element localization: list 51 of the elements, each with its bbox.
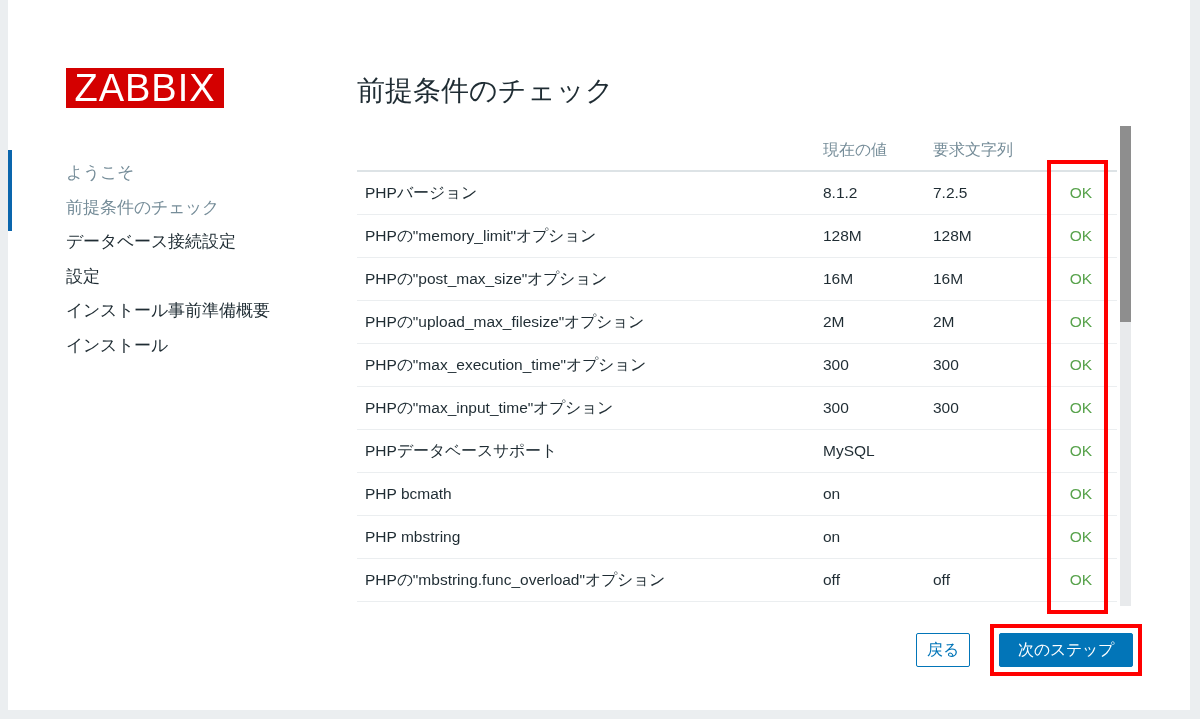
status-text: OK	[1069, 270, 1093, 287]
table-cell: 16M	[823, 270, 854, 287]
table-cell: PHPの"memory_limit"オプション	[365, 226, 597, 244]
table-cell: 300	[823, 399, 849, 416]
status-text: OK	[1069, 313, 1093, 330]
table-cell: PHPの"mbstring.func_overload"オプション	[365, 570, 665, 588]
table-cell: 7.2.5	[933, 184, 968, 201]
sidebar-step: 前提条件のチェック	[66, 196, 219, 219]
table-cell: PHPの"post_max_size"オプション	[365, 269, 608, 287]
table-cell: 16M	[933, 270, 964, 287]
table-cell: PHP bcmath	[365, 485, 452, 502]
table-cell: 300	[823, 356, 849, 373]
table-cell: on	[823, 528, 841, 545]
scrollbar[interactable]	[1120, 126, 1131, 606]
table-cell: PHPバージョン	[365, 183, 477, 201]
sidebar-step: インストール事前準備概要	[66, 300, 270, 322]
status-text: OK	[1069, 442, 1093, 459]
status-text: OK	[1069, 528, 1093, 545]
scrollbar-thumb[interactable]	[1120, 126, 1131, 322]
table-cell: 2M	[933, 313, 955, 330]
next-step-button[interactable]: 次のステップ	[999, 633, 1133, 667]
sidebar-step: 設定	[66, 265, 100, 288]
zabbix-logo: ZABBIX	[66, 68, 224, 108]
table-cell: on	[823, 485, 841, 502]
sidebar-step: データベース接続設定	[66, 231, 236, 253]
table-cell: PHPデータベースサポート	[365, 441, 557, 459]
table-cell: PHPの"max_execution_time"オプション	[365, 355, 647, 373]
table-cell: 300	[933, 356, 959, 373]
status-text: OK	[1069, 485, 1093, 502]
column-header: 要求文字列	[925, 130, 1045, 171]
status-text: OK	[1069, 184, 1093, 201]
back-button[interactable]: 戻る	[916, 633, 970, 667]
table-cell: 128M	[933, 227, 972, 244]
table-cell: 128M	[823, 227, 862, 244]
page-title: 前提条件のチェック	[357, 74, 615, 108]
table-cell: PHPの"upload_max_filesize"オプション	[365, 312, 645, 330]
table-cell: off	[933, 571, 950, 588]
status-text: OK	[1069, 399, 1093, 416]
sidebar-step: インストール	[66, 334, 168, 357]
table-cell: 2M	[823, 313, 845, 330]
status-text: OK	[1069, 356, 1093, 373]
status-text: OK	[1069, 227, 1093, 244]
table-cell: PHPの"max_input_time"オプション	[365, 398, 614, 416]
table-cell: 300	[933, 399, 959, 416]
table-cell: PHP mbstring	[365, 528, 461, 545]
table-cell: MySQL	[823, 442, 875, 459]
sidebar-step: ようこそ	[66, 162, 134, 184]
column-header: 現在の値	[815, 130, 925, 171]
table-cell: off	[823, 571, 840, 588]
table-cell: 8.1.2	[823, 184, 858, 201]
status-text: OK	[1069, 571, 1093, 588]
